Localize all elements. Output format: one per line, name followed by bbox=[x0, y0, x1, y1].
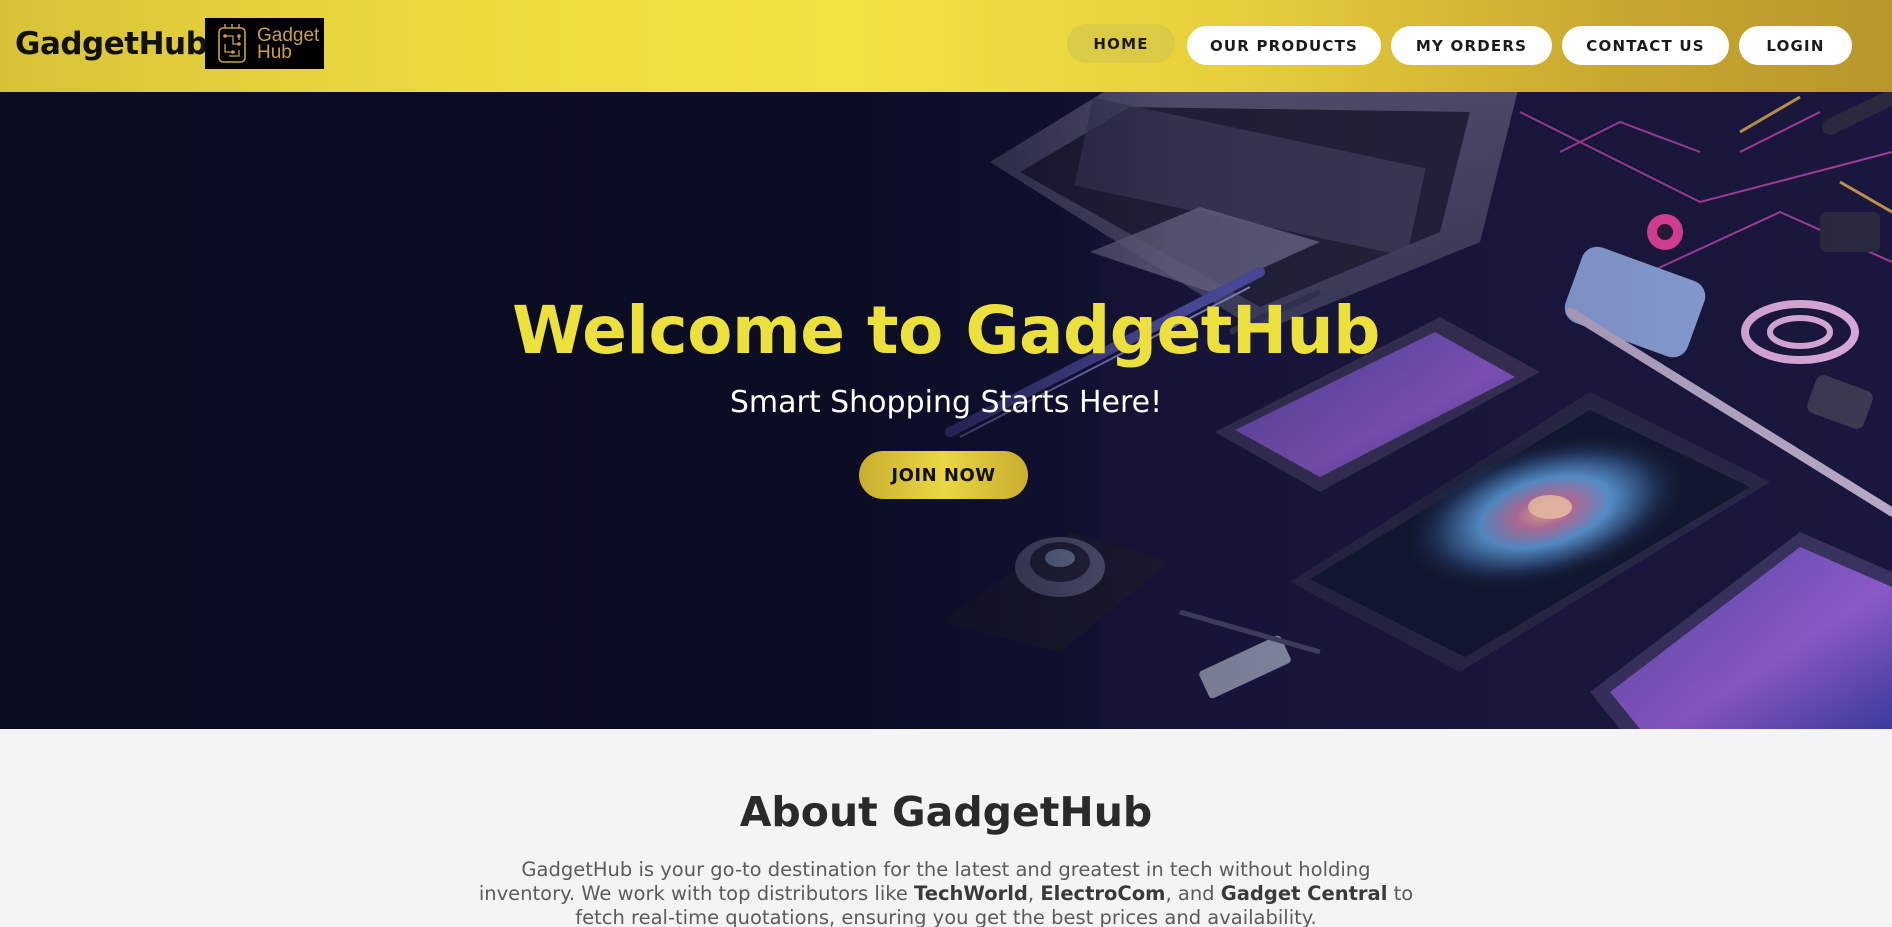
hero-banner: Welcome to GadgetHub Smart Shopping Star… bbox=[0, 92, 1892, 729]
site-header: GadgetHub Gadget Hub HOME OUR PRODUCTS M… bbox=[0, 0, 1892, 92]
brand-name[interactable]: GadgetHub bbox=[15, 26, 208, 62]
distributor-techworld: TechWorld bbox=[914, 882, 1028, 905]
nav-my-orders[interactable]: MY ORDERS bbox=[1391, 26, 1552, 65]
circuit-chip-icon bbox=[218, 23, 246, 63]
nav-contact-us[interactable]: CONTACT US bbox=[1562, 26, 1729, 65]
join-now-button[interactable]: JOIN NOW bbox=[859, 451, 1028, 499]
logo-text: Gadget Hub bbox=[257, 24, 320, 63]
nav-login[interactable]: LOGIN bbox=[1739, 26, 1852, 65]
about-text-sep1: , bbox=[1027, 882, 1041, 905]
nav-our-products[interactable]: OUR PRODUCTS bbox=[1187, 26, 1381, 65]
hero-subtitle: Smart Shopping Starts Here! bbox=[729, 385, 1163, 420]
nav-home[interactable]: HOME bbox=[1067, 24, 1175, 63]
brand-logo[interactable]: Gadget Hub bbox=[205, 18, 324, 69]
distributor-electrocom: ElectroCom bbox=[1040, 882, 1166, 905]
about-title: About GadgetHub bbox=[739, 788, 1153, 836]
distributor-gadget-central: Gadget Central bbox=[1220, 882, 1388, 905]
about-text: GadgetHub is your go-to destination for … bbox=[476, 858, 1416, 927]
hero-title: Welcome to GadgetHub bbox=[512, 292, 1380, 369]
logo-text-line2: Hub bbox=[257, 41, 292, 63]
logo-text-line1: Gadget bbox=[257, 24, 320, 46]
about-text-sep2: , and bbox=[1165, 882, 1221, 905]
